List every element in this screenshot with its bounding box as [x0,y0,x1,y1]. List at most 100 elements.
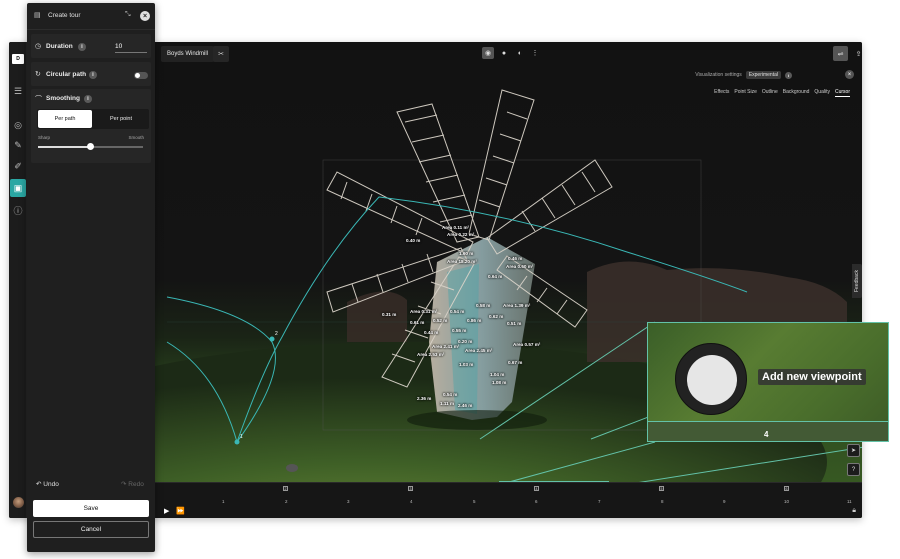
tour-icon[interactable]: ▣ [10,179,26,197]
camera-icon[interactable]: ◐ [514,47,526,59]
redo-label: Redo [128,481,144,488]
keyframe-marker[interactable]: 5 [659,486,664,491]
info-icon[interactable]: i [785,71,792,79]
measure-label: 0.55 m [452,328,467,333]
settings-sliders-icon[interactable]: ⇌ [833,46,848,61]
duration-input[interactable]: 10 [115,43,147,53]
timeline-tick: 8 [661,499,664,504]
viewpoint-cursor-icon [675,343,747,415]
measure-label: Area 0.60 m² [506,264,534,269]
undo-button[interactable]: ↶ Undo [36,480,59,488]
per-point-option[interactable]: Per point [94,110,148,128]
timeline-tick: 2 [285,499,288,504]
annotate-icon[interactable]: ✐ [11,159,25,173]
measure-label: Area 0.11 m² [442,225,470,230]
menu-icon[interactable]: ☰ [11,84,25,98]
timeline-tick: 6 [535,499,538,504]
tab-outline[interactable]: Outline [762,89,778,97]
visualization-settings: Visualization settings Experimental i [695,71,792,79]
slider-min-label: Sharp [38,135,51,140]
avatar[interactable] [13,497,24,508]
keyframe-marker[interactable]: 2 [283,486,288,491]
duration-label: Duration [46,43,73,50]
measure-label: 1.11 m [440,401,455,406]
visualization-settings-label: Visualization settings [695,72,742,78]
cancel-button[interactable]: Cancel [33,521,149,538]
tab-cursor[interactable]: Cursor [834,89,850,97]
project-name[interactable]: Boyds Windmill [161,46,215,62]
save-button[interactable]: Save [33,500,149,517]
play-icon[interactable]: ▶ [164,507,169,515]
upload-icon[interactable]: ⇪ [851,46,862,61]
measure-label: Area 0.57 m² [513,342,541,347]
clock-icon: ◷ [35,43,42,50]
smoothing-mode-segmented: Per path Per point [37,109,149,129]
measure-label: 1.03 m [459,362,474,367]
help-icon[interactable]: ? [847,463,860,476]
timeline-tick: 1 [222,499,225,504]
visualization-tabs: Effects Point Size Outline Background Qu… [714,89,850,97]
timeline-tick: 10 [784,499,790,504]
layers-icon[interactable]: ◎ [11,118,25,132]
tab-background[interactable]: Background [783,89,810,97]
smoothing-slider[interactable] [38,143,143,150]
viewpoint-index: 4 [764,430,769,439]
collapse-icon[interactable]: ⤡ [125,11,131,19]
circular-path-section: ↻ Circular path i [31,62,151,86]
add-viewpoint-tooltip[interactable]: Add new viewpoint [758,369,866,385]
create-tour-panel: ▤ Create tour ⤡ × ◷ Duration i 10 ↻ Circ… [27,3,155,552]
timeline-tick: 7 [598,499,601,504]
measure-tool-icon[interactable]: ✂ [213,46,229,62]
measure-label: 2.46 m [458,403,473,408]
keyframe-marker[interactable]: 3 [408,486,413,491]
close-icon[interactable]: × [140,11,150,21]
info-icon[interactable]: i [78,43,86,51]
timeline-tick: 5 [473,499,476,504]
measure-label: Area 2.41 m² [432,344,460,349]
fast-forward-icon[interactable]: ⏩ [176,507,185,515]
smoothing-section: ⌒ Smoothing i Per path Per point Sharp S… [31,89,151,163]
measure-label: Area 0.22 m² [447,232,475,237]
ruler-icon[interactable]: ✎ [11,138,25,152]
tab-quality[interactable]: Quality [814,89,830,97]
close-icon[interactable]: × [845,70,854,79]
per-path-option[interactable]: Per path [38,110,92,128]
point-mode-icon[interactable]: ● [498,47,510,59]
measure-label: 0.54 m [443,392,458,397]
measure-label: Area 18.20 m² [447,259,477,264]
feedback-tab[interactable]: Feedback [852,264,862,298]
timeline-tick: 4 [410,499,413,504]
measure-label: 1.60 m [459,251,474,256]
measure-label: Area 1.39 m² [503,303,531,308]
keyframe-marker[interactable]: 4 [534,486,539,491]
timeline-zoom: 4 [648,421,888,441]
tab-effects[interactable]: Effects [714,89,729,97]
circular-path-label: Circular path [46,71,87,78]
view-mode-icon[interactable]: ◉ [482,47,494,59]
info-icon[interactable]: i [84,95,92,103]
redo-button[interactable]: ↷ Redo [121,480,144,488]
lock-icon[interactable]: 🔒︎ [852,507,856,515]
measure-label: 0.86 m [467,318,482,323]
measure-label: 0.61 m [410,320,425,325]
tab-point-size[interactable]: Point Size [734,89,757,97]
experimental-badge: Experimental [745,71,781,79]
measure-label: 1.04 m [490,372,505,377]
measure-label: Area 2.45 m² [465,348,493,353]
slider-thumb[interactable] [87,143,94,150]
path-point-2: 2 [275,331,278,337]
info-icon[interactable]: ⓘ [11,203,25,217]
smoothing-icon: ⌒ [35,96,42,103]
app-logo: D [12,54,24,64]
measure-label: 0.62 m [489,314,504,319]
navigate-icon[interactable]: ➤ [847,444,860,457]
measure-label: 0.54 m [450,309,465,314]
panel-title: Create tour [48,12,81,19]
smoothing-label: Smoothing [46,95,80,102]
more-icon[interactable]: ⋮ [529,47,541,59]
measure-label: 2.36 m [417,396,432,401]
info-icon[interactable]: i [89,71,97,79]
timeline-tick: 3 [347,499,350,504]
keyframe-marker[interactable]: 6 [784,486,789,491]
circular-path-toggle[interactable] [134,72,148,79]
